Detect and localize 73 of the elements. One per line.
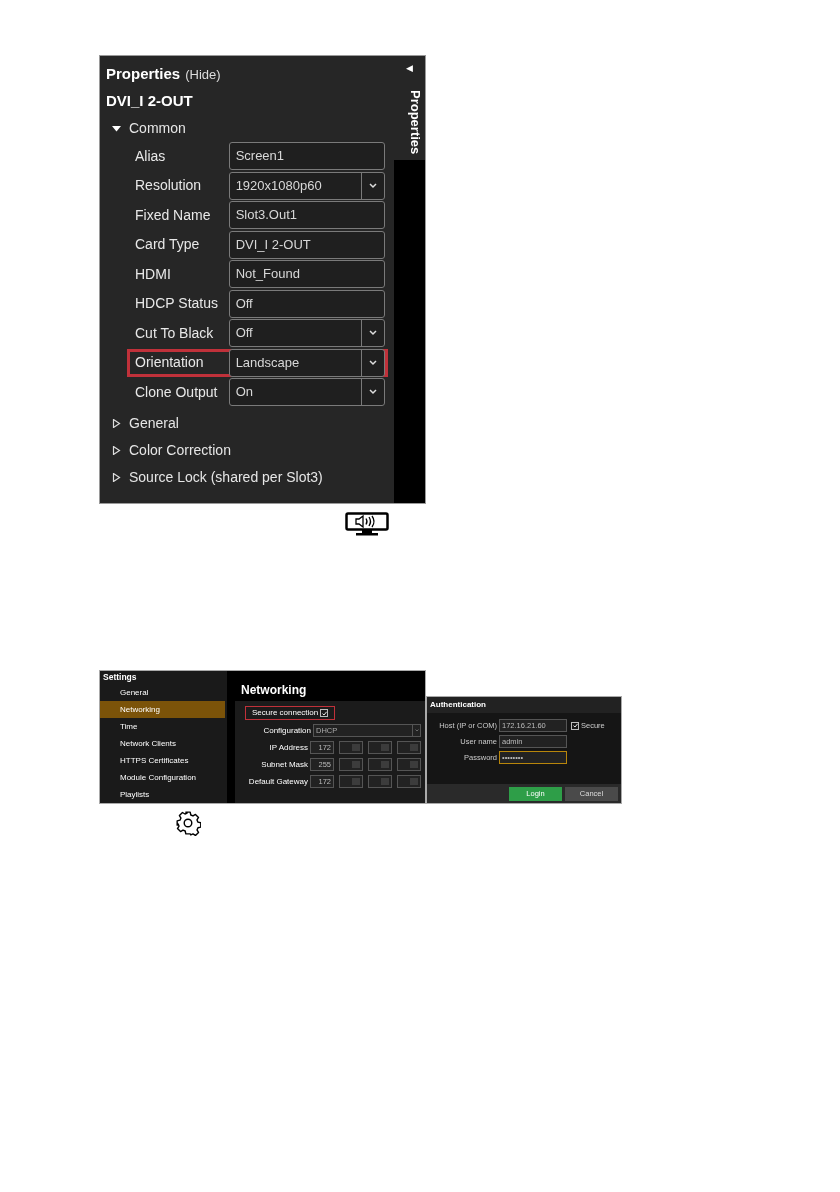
field-label: HDCP Status xyxy=(134,294,219,313)
dialog-title: Authentication xyxy=(427,697,621,713)
octet-field[interactable] xyxy=(397,741,421,754)
octet-field[interactable] xyxy=(368,741,392,754)
collapsed-triangle-icon[interactable] xyxy=(112,473,121,482)
octet-field[interactable] xyxy=(339,758,363,771)
checkbox[interactable] xyxy=(571,721,579,730)
expanded-triangle-icon[interactable] xyxy=(112,124,121,133)
section-header[interactable]: Color Correction xyxy=(129,440,231,461)
blurred-value xyxy=(381,761,389,768)
collapsed-triangle-icon[interactable] xyxy=(112,419,121,428)
text-field[interactable]: Screen1 xyxy=(228,142,385,170)
nav-item[interactable]: Module Configuration xyxy=(100,769,225,786)
side-tab[interactable]: Properties xyxy=(394,82,425,160)
dropdown-field[interactable]: On xyxy=(228,378,385,406)
blurred-value xyxy=(381,744,389,751)
nav-item[interactable]: Network Clients xyxy=(100,735,225,752)
chevron-down-icon xyxy=(369,330,377,336)
hide-link[interactable]: (Hide) xyxy=(185,65,221,85)
field-label: Default Gateway xyxy=(248,775,308,788)
octet-field[interactable] xyxy=(397,775,421,788)
settings-icon xyxy=(175,810,201,836)
section-header[interactable]: Source Lock (shared per Slot3) xyxy=(129,467,323,488)
section-header[interactable]: General xyxy=(129,413,179,434)
text-field[interactable]: DVI_I 2-OUT xyxy=(228,230,385,259)
octet-field[interactable] xyxy=(339,775,363,788)
chevron-down-icon xyxy=(369,182,377,189)
field-label: Subnet Mask xyxy=(261,758,308,771)
blurred-value xyxy=(410,761,418,768)
dropdown-field[interactable]: Landscape xyxy=(228,348,385,377)
device-name: DVI_I 2-OUT xyxy=(106,91,194,112)
field-label: Card Type xyxy=(134,235,201,254)
field-label: Resolution xyxy=(134,176,203,195)
dropdown-field[interactable]: 1920x1080p60 xyxy=(228,171,385,200)
field-label: HDMI xyxy=(134,264,172,284)
settings-title: Settings xyxy=(102,671,138,684)
blurred-value xyxy=(410,778,418,785)
chevron-down-icon xyxy=(369,389,377,395)
octet-field[interactable] xyxy=(368,775,392,788)
blurred-value xyxy=(410,744,418,751)
collapsed-triangle-icon[interactable] xyxy=(112,446,121,455)
chevron-down-icon xyxy=(369,359,377,366)
field-label: Alias xyxy=(134,146,167,166)
panel-title: Properties xyxy=(106,64,181,84)
octet-field[interactable] xyxy=(339,741,363,754)
section-header[interactable]: Common xyxy=(129,118,186,139)
text-field[interactable]: Off xyxy=(228,289,385,318)
dropdown-field[interactable]: Off xyxy=(228,319,385,347)
text-field[interactable]: Slot3.Out1 xyxy=(228,201,385,229)
field-label: Cut To Black xyxy=(134,323,215,343)
checkbox-label: Secure connection xyxy=(252,707,319,719)
octet-field[interactable] xyxy=(368,758,392,771)
nav-item[interactable]: HTTPS Certificates xyxy=(100,752,225,769)
nav-item[interactable]: Playlists xyxy=(100,786,225,803)
field-label: IP Address xyxy=(269,741,308,754)
collapse-arrow[interactable]: ◀ xyxy=(406,62,413,76)
checkbox[interactable] xyxy=(320,709,329,717)
chevron-down-icon xyxy=(414,729,419,732)
section-heading: Networking xyxy=(240,682,308,699)
blurred-value xyxy=(352,778,360,785)
octet-field[interactable] xyxy=(397,758,421,771)
blurred-value xyxy=(352,761,360,768)
field-label: Configuration xyxy=(263,724,311,737)
field-label: Fixed Name xyxy=(134,205,212,225)
field-label: Clone Output xyxy=(134,382,219,402)
blurred-value xyxy=(352,744,360,751)
nav-item[interactable]: General xyxy=(100,684,225,701)
blurred-value xyxy=(381,778,389,785)
field-label: Orientation xyxy=(134,353,205,372)
nav-item[interactable]: Time xyxy=(100,718,225,735)
monitor-speaker-icon xyxy=(345,512,389,536)
nav-item[interactable]: Networking xyxy=(100,701,225,718)
text-field[interactable]: Not_Found xyxy=(228,260,385,288)
